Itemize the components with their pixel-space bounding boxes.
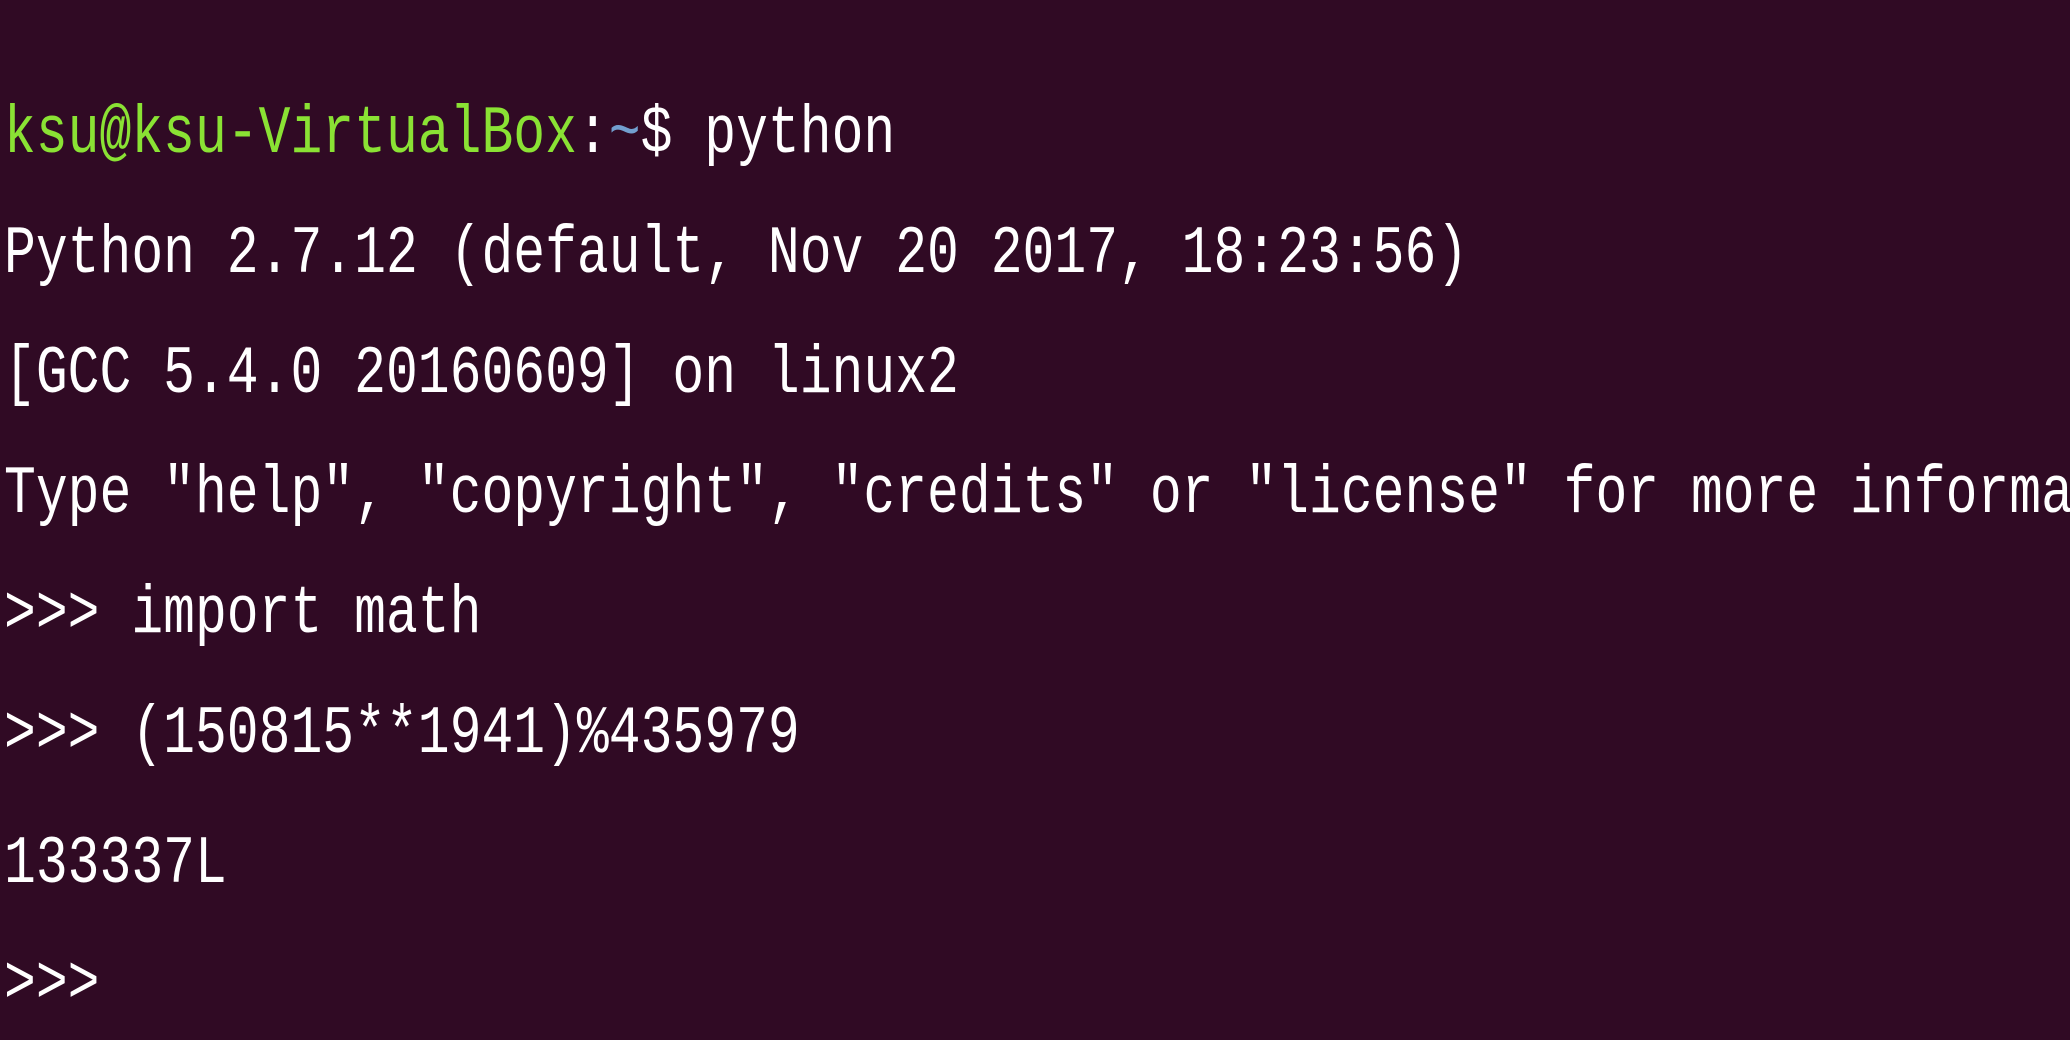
repl-command: (150815**1941)%435979 bbox=[131, 696, 800, 773]
prompt-path: ~ bbox=[608, 96, 641, 173]
python-version-line: Python 2.7.12 (default, Nov 20 2017, 18:… bbox=[4, 216, 1469, 293]
repl-output: 133337L bbox=[4, 826, 227, 903]
repl-prompt: >>> bbox=[4, 576, 132, 653]
repl-prompt: >>> bbox=[4, 696, 132, 773]
prompt-colon: : bbox=[576, 96, 609, 173]
shell-prompt-line: ksu@ksu-VirtualBox:~$ python bbox=[4, 85, 895, 185]
repl-input-line[interactable]: >>> bbox=[4, 935, 99, 1035]
shell-command: python bbox=[704, 96, 896, 173]
repl-command: import math bbox=[131, 576, 482, 653]
compiler-info-line: [GCC 5.4.0 20160609] on linux2 bbox=[4, 336, 959, 413]
prompt-dollar: $ bbox=[640, 96, 705, 173]
terminal-window[interactable]: ksu@ksu-VirtualBox:~$ python Python 2.7.… bbox=[0, 0, 2070, 1040]
repl-prompt: >>> bbox=[4, 946, 100, 1023]
repl-line-import: >>> import math bbox=[4, 565, 481, 665]
help-info-line: Type "help", "copyright", "credits" or "… bbox=[4, 456, 2070, 533]
prompt-user-host: ksu@ksu-VirtualBox bbox=[4, 96, 577, 173]
repl-line-expression: >>> (150815**1941)%435979 bbox=[4, 685, 800, 785]
